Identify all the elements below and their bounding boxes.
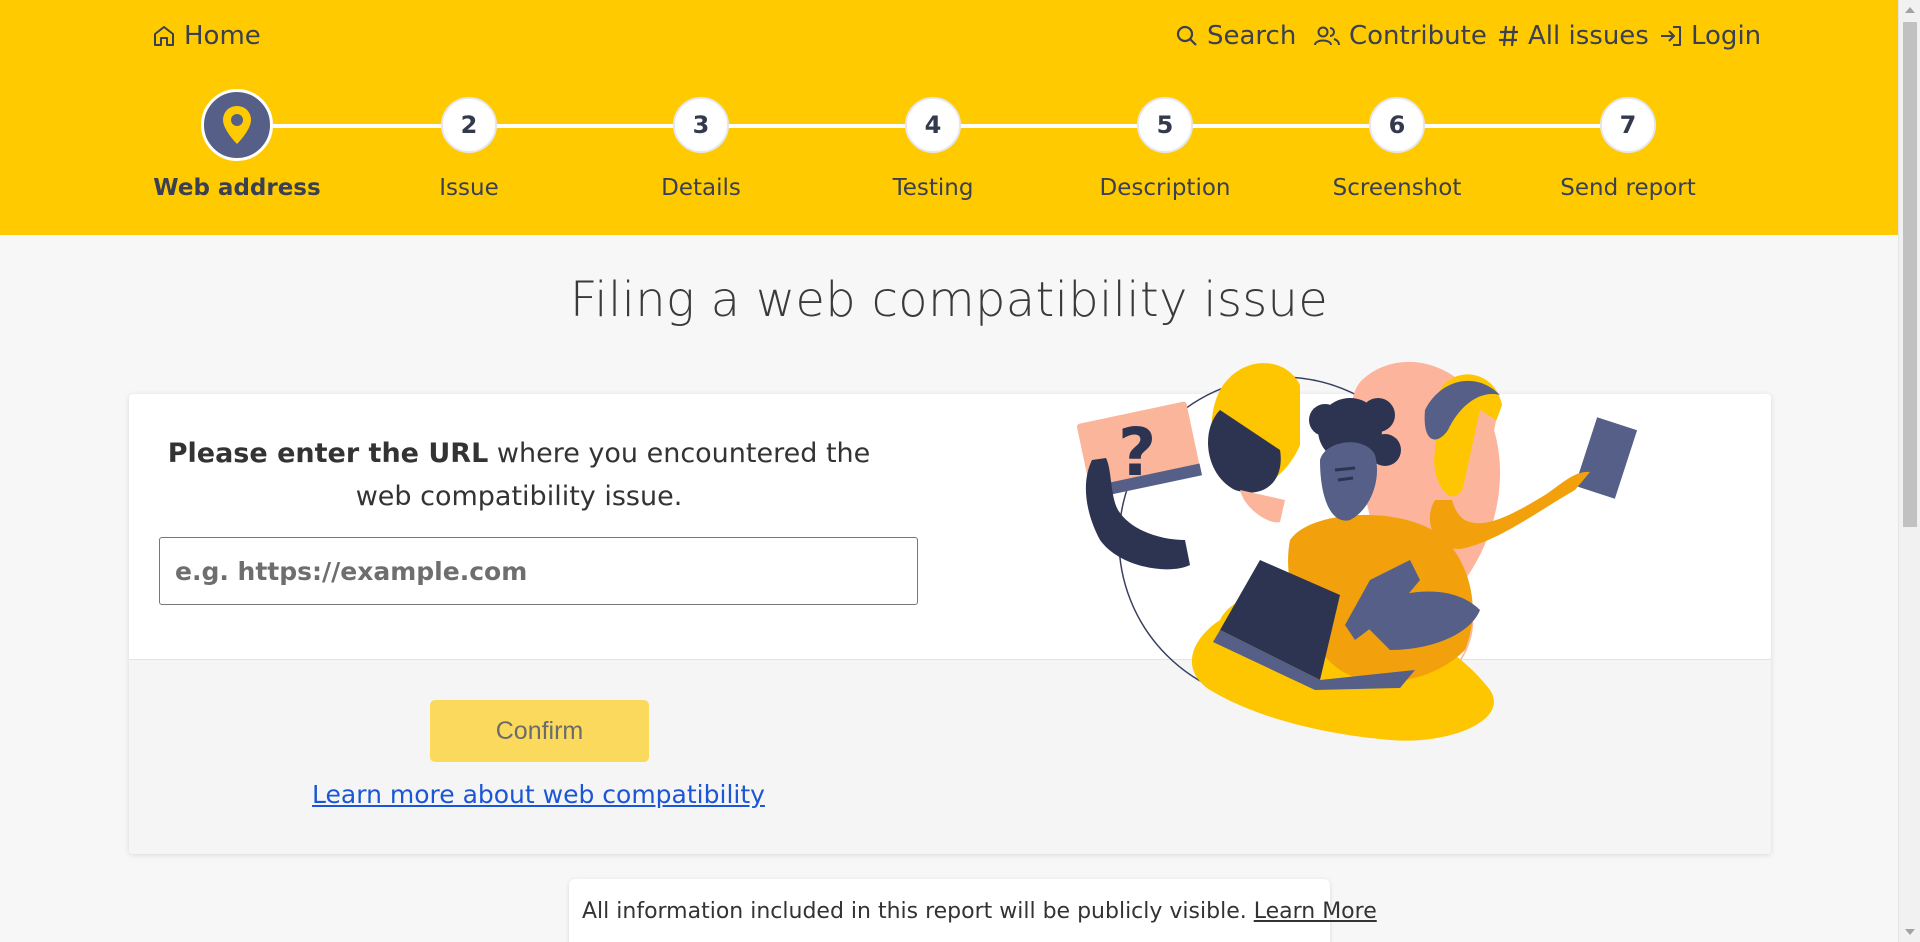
url-prompt: Please enter the URL where you encounter… <box>159 432 879 518</box>
step-screenshot[interactable]: 6 Screenshot <box>1297 97 1497 201</box>
step-description[interactable]: 5 Description <box>1065 97 1265 201</box>
hash-icon <box>1499 25 1518 47</box>
step-circle: 6 <box>1369 97 1425 153</box>
nav-home-link[interactable]: Home <box>152 19 261 53</box>
step-label: Description <box>1099 175 1231 201</box>
nav-search-link[interactable]: Search <box>1175 19 1296 53</box>
step-circle <box>201 89 273 161</box>
step-circle: 5 <box>1137 97 1193 153</box>
users-icon <box>1314 26 1340 46</box>
page-scrollbar[interactable] <box>1898 0 1920 942</box>
step-label: Testing <box>892 175 974 201</box>
step-label: Details <box>661 175 741 201</box>
nav-contribute-label: Contribute <box>1349 21 1487 51</box>
location-pin-icon <box>223 106 251 144</box>
home-icon <box>154 26 174 46</box>
step-issue[interactable]: 2 Issue <box>369 97 569 201</box>
learn-more-link-wrap: Learn more about web compatibility <box>159 780 918 809</box>
page-title: Filing a web compatibility issue <box>569 272 1329 328</box>
step-testing[interactable]: 4 Testing <box>833 97 1033 201</box>
scroll-thumb[interactable] <box>1903 22 1917 527</box>
scroll-down-arrow-icon[interactable] <box>1905 929 1915 935</box>
url-input[interactable] <box>159 537 918 605</box>
login-icon <box>1661 26 1681 46</box>
search-icon <box>1176 25 1197 46</box>
notice-learn-more-link[interactable]: Learn More <box>1254 899 1377 924</box>
step-send-report[interactable]: 7 Send report <box>1528 97 1728 201</box>
step-details[interactable]: 3 Details <box>601 97 801 201</box>
nav-all-issues-link[interactable]: All issues <box>1498 19 1649 53</box>
nav-search-label: Search <box>1207 21 1297 51</box>
learn-more-link[interactable]: Learn more about web compatibility <box>312 780 765 809</box>
step-circle: 7 <box>1600 97 1656 153</box>
scroll-up-arrow-icon[interactable] <box>1905 7 1915 13</box>
step-label: Send report <box>1560 175 1696 201</box>
public-visibility-notice: All information included in this report … <box>569 879 1377 942</box>
notice-text: All information included in this report … <box>582 899 1247 924</box>
step-circle: 3 <box>673 97 729 153</box>
confirm-button[interactable]: Confirm <box>430 700 649 762</box>
site-header: Home Search Contribute All issues Login … <box>0 0 1898 235</box>
step-label: Screenshot <box>1332 175 1462 201</box>
nav-home-label: Home <box>184 21 261 51</box>
step-web-address[interactable]: Web address <box>137 89 337 201</box>
web-compat-illustration: ? <box>1076 361 1638 741</box>
svg-text:?: ? <box>1118 414 1156 491</box>
nav-contribute-link[interactable]: Contribute <box>1313 19 1487 53</box>
nav-all-issues-label: All issues <box>1528 21 1649 51</box>
step-label: Web address <box>153 175 321 201</box>
step-circle: 4 <box>905 97 961 153</box>
step-label: Issue <box>439 175 499 201</box>
nav-login-label: Login <box>1691 21 1762 51</box>
url-prompt-bold: Please enter the URL <box>167 438 489 469</box>
nav-login-link[interactable]: Login <box>1659 19 1761 53</box>
step-circle: 2 <box>441 97 497 153</box>
